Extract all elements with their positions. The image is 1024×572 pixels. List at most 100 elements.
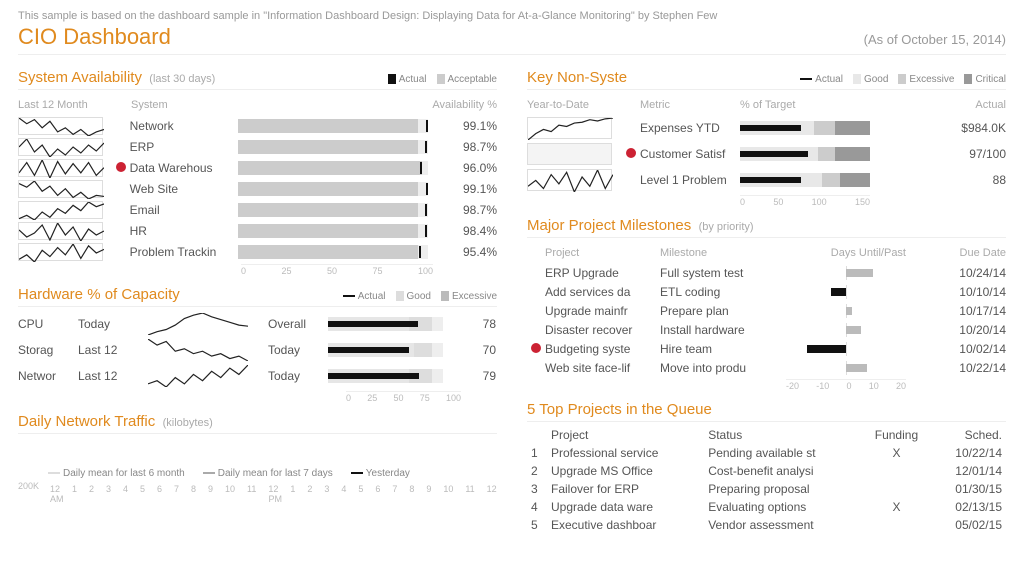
sparkline — [148, 365, 268, 387]
traffic-ylabel: 200K — [18, 481, 46, 491]
sparkline — [18, 221, 112, 241]
days-bar — [786, 285, 906, 299]
system-name: Web Site — [130, 182, 239, 196]
milestone-row: Web site face-lif Move into produ 10/22/… — [527, 358, 1006, 377]
sparkline — [148, 313, 268, 335]
bullet-chart — [328, 369, 461, 383]
queue-status: Pending available st — [704, 444, 861, 462]
availability-subtitle: (last 30 days) — [149, 73, 215, 85]
alert-indicator — [527, 342, 545, 356]
queue-funding — [861, 516, 931, 534]
project-name: Budgeting syste — [545, 342, 660, 356]
queue-sched: 02/13/15 — [931, 498, 1006, 516]
bullet-chart — [740, 121, 870, 135]
keynon-row: Customer Satisf 97/100 — [527, 141, 1006, 167]
right-column: Key Non-Syste Actual Good Excessive Crit… — [527, 63, 1006, 534]
sparkline — [18, 137, 112, 157]
system-name: Email — [130, 203, 239, 217]
queue-num: 2 — [527, 462, 547, 480]
col-days: Days Until/Past — [786, 247, 906, 259]
hardware-row: Storag Last 12 Today 70 — [18, 337, 497, 363]
left-column: System Availability (last 30 days) Actua… — [18, 63, 497, 534]
col-system: System — [131, 99, 241, 111]
milestone-name: Move into produ — [660, 361, 786, 375]
milestone-row: Budgeting syste Hire team 10/02/14 — [527, 339, 1006, 358]
bullet-chart — [238, 119, 428, 133]
queue-row: 2 Upgrade MS Office Cost-benefit analysi… — [527, 462, 1006, 480]
milestone-row: ERP Upgrade Full system test 10/24/14 — [527, 263, 1006, 282]
col-availpct: Availability % — [427, 99, 497, 111]
availability-row: Email 98.7% — [18, 199, 497, 220]
availability-pct: 99.1% — [428, 182, 497, 196]
actual-value: $984.0K — [870, 121, 1006, 135]
project-name: Add services da — [545, 285, 660, 299]
actual-value: 97/100 — [870, 147, 1006, 161]
hw-metric: CPU — [18, 317, 78, 331]
hw-value: 70 — [461, 343, 496, 357]
queue-project: Upgrade MS Office — [547, 462, 704, 480]
availability-row: Web Site 99.1% — [18, 178, 497, 199]
milestones-title: Major Project Milestones — [527, 217, 691, 234]
due-date: 10/20/14 — [906, 323, 1006, 337]
due-date: 10/10/14 — [906, 285, 1006, 299]
bullet-chart — [238, 245, 428, 259]
hw-period: Last 12 — [78, 369, 148, 383]
availability-row: Problem Trackin 95.4% — [18, 241, 497, 262]
queue-sched: 05/02/15 — [931, 516, 1006, 534]
queue-num: 1 — [527, 444, 547, 462]
queue-sched: 12/01/14 — [931, 462, 1006, 480]
bullet-chart — [328, 317, 461, 331]
col-due: Due Date — [906, 247, 1006, 259]
traffic-pm: PM — [269, 494, 283, 504]
project-name: ERP Upgrade — [545, 266, 660, 280]
availability-legend: Actual Acceptable — [388, 74, 497, 85]
days-bar — [786, 342, 906, 356]
metric-name: Expenses YTD — [640, 121, 740, 135]
availability-row: HR 98.4% — [18, 220, 497, 241]
as-of-date: (As of October 15, 2014) — [864, 32, 1006, 47]
hardware-title: Hardware % of Capacity — [18, 286, 180, 303]
project-name: Disaster recover — [545, 323, 660, 337]
availability-row: Data Warehous 96.0% — [18, 157, 497, 178]
queue-num: 5 — [527, 516, 547, 534]
sparkline — [527, 142, 622, 166]
bullet-chart — [238, 161, 428, 175]
keynon-legend: Actual Good Excessive Critical — [800, 74, 1006, 85]
alert-indicator — [112, 161, 130, 175]
queue-funding: X — [861, 498, 931, 516]
queue-num: 3 — [527, 480, 547, 498]
queue-num: 4 — [527, 498, 547, 516]
hw-metric: Networ — [18, 369, 78, 383]
traffic-am: AM — [50, 494, 64, 504]
sparkline — [18, 158, 112, 178]
sparkline — [527, 116, 622, 140]
queue-row: 5 Executive dashboar Vendor assessment 0… — [527, 516, 1006, 534]
availability-pct: 98.7% — [428, 203, 497, 217]
col-milestone: Milestone — [660, 247, 786, 259]
metric-name: Level 1 Problem — [640, 173, 740, 187]
availability-pct: 95.4% — [428, 245, 497, 259]
bullet-chart — [740, 147, 870, 161]
queue-sched: 01/30/15 — [931, 480, 1006, 498]
queue-title: 5 Top Projects in the Queue — [527, 401, 712, 418]
availability-pct: 98.4% — [428, 224, 497, 238]
keynon-row: Level 1 Problem 88 — [527, 167, 1006, 193]
alert-indicator — [622, 147, 640, 161]
sparkline — [18, 116, 112, 136]
traffic-title: Daily Network Traffic — [18, 413, 155, 430]
milestone-row: Disaster recover Install hardware 10/20/… — [527, 320, 1006, 339]
bullet-chart — [740, 173, 870, 187]
queue-funding — [861, 480, 931, 498]
availability-row: Network 99.1% — [18, 115, 497, 136]
queue-table: Project Status Funding Sched. 1 Professi… — [527, 426, 1006, 534]
col-actual: Actual — [870, 99, 1006, 111]
system-name: Network — [130, 119, 239, 133]
availability-pct: 98.7% — [428, 140, 497, 154]
availability-pct: 96.0% — [428, 161, 497, 175]
sparkline — [18, 200, 112, 220]
sparkline — [18, 242, 112, 262]
queue-row: 4 Upgrade data ware Evaluating options X… — [527, 498, 1006, 516]
col-pcttarget: % of Target — [740, 99, 870, 111]
hardware-row: CPU Today Overall 78 — [18, 311, 497, 337]
due-date: 10/02/14 — [906, 342, 1006, 356]
